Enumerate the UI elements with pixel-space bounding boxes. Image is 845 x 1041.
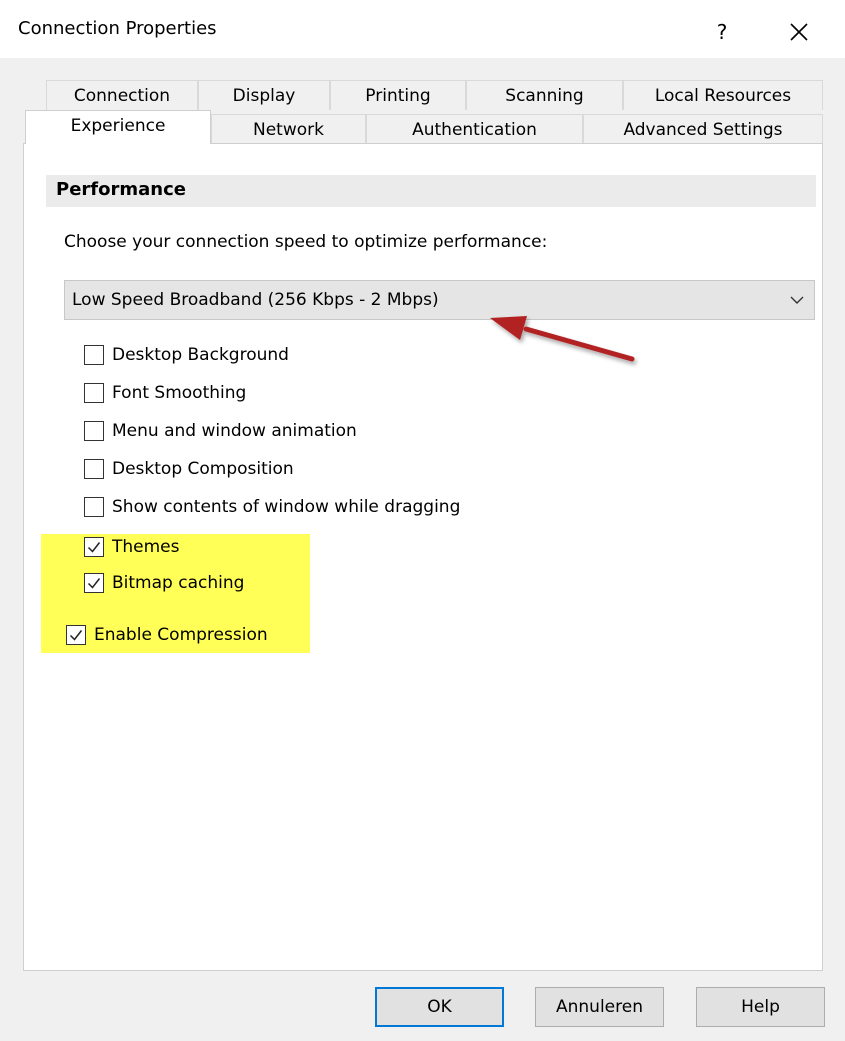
- help-button[interactable]: ?: [702, 14, 742, 50]
- arrow-annotation: [490, 316, 635, 362]
- checkbox[interactable]: [84, 537, 104, 557]
- ok-button[interactable]: OK: [375, 987, 504, 1027]
- tab-network[interactable]: Network: [211, 114, 366, 144]
- tab-display[interactable]: Display: [198, 80, 330, 110]
- checkbox[interactable]: [66, 625, 86, 645]
- tab-advanced-settings[interactable]: Advanced Settings: [583, 114, 823, 144]
- tab-experience[interactable]: Experience: [25, 110, 211, 144]
- option-label: Bitmap caching: [112, 573, 245, 593]
- option-label: Show contents of window while dragging: [112, 497, 461, 517]
- option-label: Themes: [112, 537, 180, 557]
- help-icon: ?: [716, 20, 728, 44]
- checkmark-icon: [69, 630, 83, 641]
- cancel-button[interactable]: Annuleren: [535, 987, 664, 1027]
- option-label: Enable Compression: [94, 625, 268, 645]
- close-button[interactable]: [774, 14, 824, 50]
- checkbox[interactable]: [84, 497, 104, 517]
- option-label: Desktop Composition: [112, 459, 294, 479]
- tab-local-resources[interactable]: Local Resources: [623, 80, 823, 110]
- checkmark-icon: [87, 542, 101, 553]
- tab-printing[interactable]: Printing: [330, 80, 466, 110]
- close-icon: [790, 23, 808, 41]
- experience-panel: Performance Choose your connection speed…: [23, 143, 823, 971]
- checkbox[interactable]: [84, 459, 104, 479]
- tab-scanning[interactable]: Scanning: [466, 80, 623, 110]
- help-dialog-button[interactable]: Help: [696, 987, 825, 1027]
- tab-connection[interactable]: Connection: [46, 80, 198, 110]
- checkbox[interactable]: [84, 573, 104, 593]
- title-bar: Connection Properties ?: [0, 0, 845, 58]
- window-title: Connection Properties: [18, 18, 217, 39]
- tab-authentication[interactable]: Authentication: [366, 114, 583, 144]
- checkmark-icon: [87, 578, 101, 589]
